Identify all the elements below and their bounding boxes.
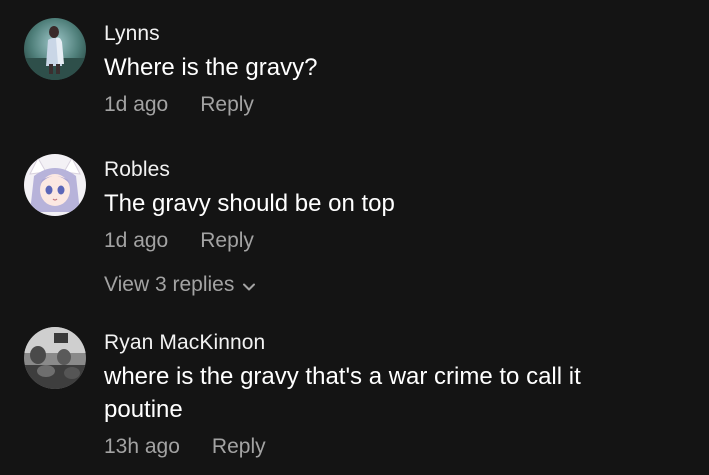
timestamp: 13h ago (104, 435, 180, 458)
chevron-down-icon (243, 283, 256, 290)
comment-meta: 1d ago Reply (104, 93, 689, 117)
comment-text: where is the gravy that's a war crime to… (104, 363, 581, 423)
comment-body: Robles The gravy should be on top 1d ago… (104, 158, 689, 297)
comment-meta: 13h ago Reply (104, 435, 689, 459)
timestamp: 1d ago (104, 229, 169, 252)
comment-body: Ryan MacKinnon where is the gravy that's… (104, 331, 689, 459)
ryan-avatar[interactable] (24, 327, 86, 389)
username[interactable]: Lynns (104, 22, 689, 46)
comment-text: The gravy should be on top (104, 190, 395, 217)
comment-meta: 1d ago Reply (104, 229, 689, 253)
lynns-avatar[interactable] (24, 18, 86, 80)
reply-button[interactable]: Reply (200, 93, 254, 117)
reply-button[interactable]: Reply (212, 435, 266, 459)
view-replies-label: View 3 replies (104, 273, 235, 296)
reply-button[interactable]: Reply (200, 229, 254, 253)
comment-text: Where is the gravy? (104, 54, 318, 81)
view-replies-button[interactable]: View 3 replies (104, 273, 689, 297)
timestamp: 1d ago (104, 93, 169, 116)
comment-body: Lynns Where is the gravy? 1d ago Reply (104, 22, 689, 117)
username[interactable]: Robles (104, 158, 689, 182)
robles-avatar[interactable] (24, 154, 86, 216)
username[interactable]: Ryan MacKinnon (104, 331, 689, 355)
